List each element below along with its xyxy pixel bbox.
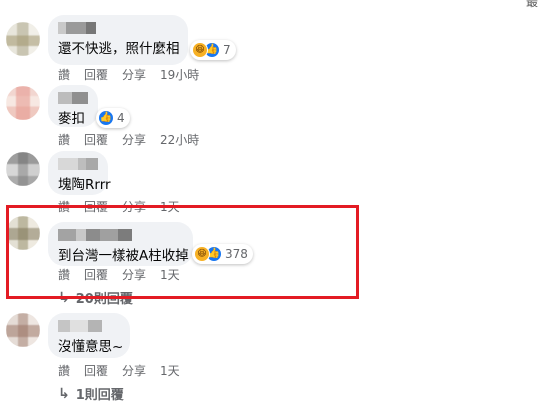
comment-bubble: 麥扣 [48, 85, 98, 127]
commenter-name-blurred[interactable] [58, 157, 98, 171]
view-replies-link[interactable]: ↳ 1則回覆 [58, 384, 124, 404]
avatar[interactable] [6, 22, 40, 56]
timestamp[interactable]: 19小時 [160, 66, 199, 83]
commenter-name-blurred[interactable] [58, 21, 178, 35]
comment-text: 塊陶Rrrr [58, 177, 111, 193]
reply-action[interactable]: 回覆 [84, 362, 122, 379]
comment-bubble: 塊陶Rrrr [48, 151, 111, 195]
comment-text: 麥扣 [58, 111, 85, 127]
reply-action[interactable]: 回覆 [84, 66, 122, 83]
comment-bubble: 沒懂意思~ [48, 313, 130, 358]
reaction-count: 7 [223, 43, 231, 57]
commenter-name-blurred[interactable] [58, 319, 120, 333]
timestamp[interactable]: 1天 [160, 362, 180, 379]
haha-reaction-icon: 😆 [192, 42, 208, 58]
reply-action[interactable]: 回覆 [84, 131, 122, 148]
haha-reaction-icon: 😆 [194, 246, 210, 262]
reaction-summary[interactable]: 👍 4 [96, 108, 130, 128]
avatar[interactable] [6, 152, 40, 186]
avatar[interactable] [6, 86, 40, 120]
reaction-summary[interactable]: 😆 👍 7 [190, 40, 236, 60]
corner-text: 最 [525, 0, 538, 9]
reply-arrow-icon: ↳ [58, 385, 70, 402]
share-action[interactable]: 分享 [122, 131, 160, 148]
replies-count-label: 1則回覆 [75, 388, 124, 403]
avatar[interactable] [6, 313, 40, 347]
commenter-name-blurred[interactable] [58, 91, 88, 105]
like-action[interactable]: 讚 [58, 66, 84, 83]
comment-bubble: 還不快逃，照什麼相 [48, 15, 188, 65]
highlight-box [6, 205, 359, 299]
like-action[interactable]: 讚 [58, 362, 84, 379]
share-action[interactable]: 分享 [122, 66, 160, 83]
share-action[interactable]: 分享 [122, 362, 160, 379]
comment-text: 還不快逃，照什麼相 [58, 41, 180, 57]
comment-actions: 讚 回覆 分享 22小時 [58, 131, 199, 148]
comment-actions: 讚 回覆 分享 1天 [58, 362, 180, 379]
comment-actions: 讚 回覆 分享 19小時 [58, 66, 199, 83]
like-reaction-icon: 👍 [98, 110, 114, 126]
like-action[interactable]: 讚 [58, 131, 84, 148]
comment-text: 沒懂意思~ [58, 339, 124, 355]
reaction-count: 4 [117, 111, 125, 125]
timestamp[interactable]: 22小時 [160, 131, 199, 148]
